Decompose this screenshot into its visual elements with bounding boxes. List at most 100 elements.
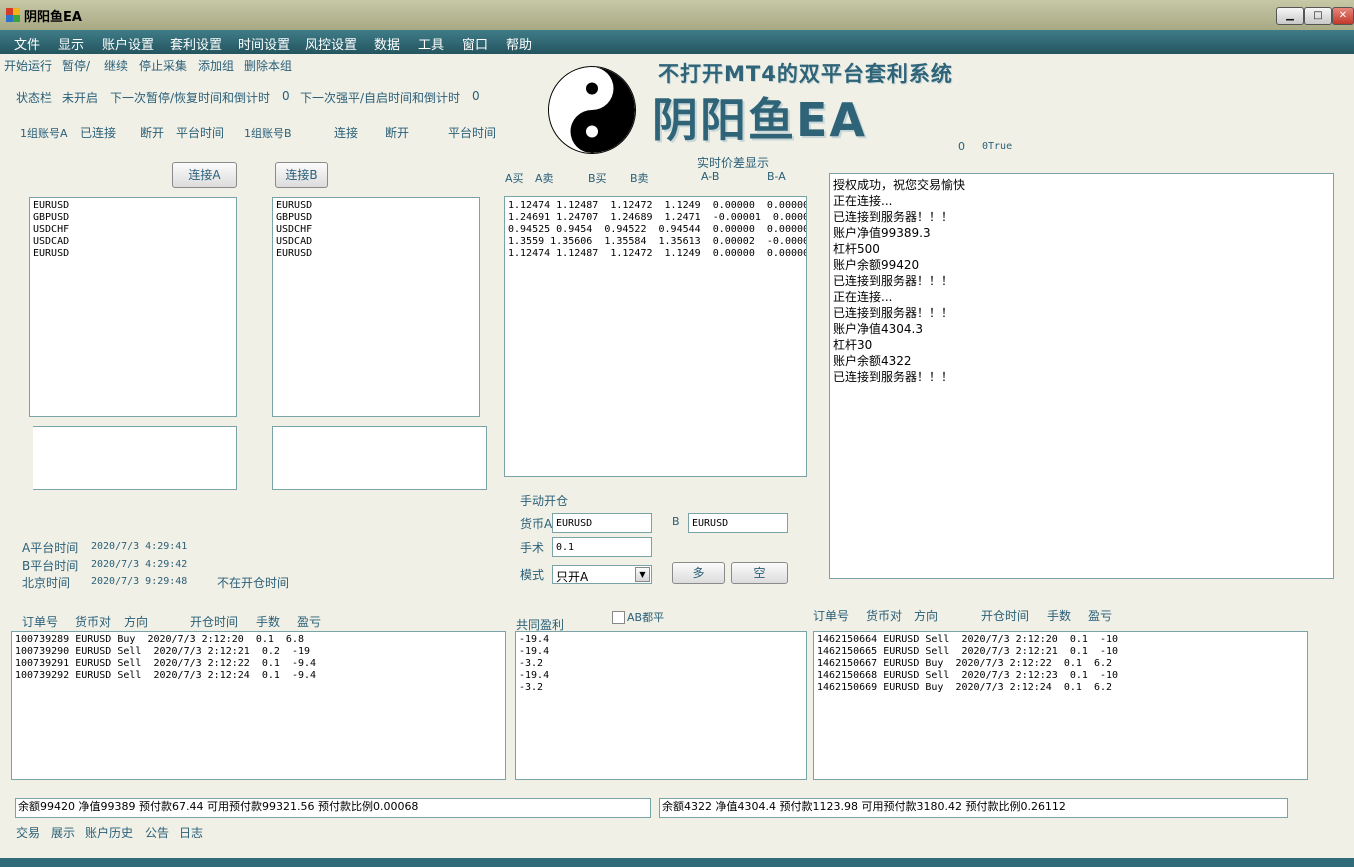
app-icon <box>6 8 20 22</box>
log-line: 授权成功，祝您交易愉快 <box>833 178 966 192</box>
list-item[interactable]: -19.4 <box>519 634 803 646</box>
a-platform-time-label: A平台时间 <box>22 541 79 555</box>
manual-title: 手动开仓 <box>520 494 569 508</box>
connect-a-button[interactable]: 连接A <box>172 162 237 188</box>
list-item[interactable]: USDCHF <box>33 224 233 236</box>
list-item[interactable]: -3.2 <box>519 682 803 694</box>
list-item[interactable]: 1.12474 1.12487 1.12472 1.1249 0.00000 0… <box>508 248 806 260</box>
beijing-time-value: 2020/7/3 9:29:48 <box>91 576 188 587</box>
menu-risk-settings[interactable]: 风控设置 <box>305 34 357 53</box>
list-item[interactable]: -19.4 <box>519 670 803 682</box>
orders-a-list[interactable]: 100739289 EURUSD Buy 2020/7/3 2:12:20 0.… <box>11 631 506 780</box>
list-item[interactable]: 0.94525 0.9454 0.94522 0.94544 0.00000 0… <box>508 224 806 236</box>
menu-data[interactable]: 数据 <box>374 34 400 53</box>
tab-account-history[interactable]: 账户历史 <box>85 824 133 841</box>
tab-trade[interactable]: 交易 <box>16 824 40 841</box>
spread-header-a-sell: A卖 <box>535 172 554 185</box>
maximize-button[interactable]: □ <box>1304 7 1332 25</box>
orders-b-header-ticket: 订单号 <box>813 609 850 623</box>
log-panel[interactable]: 授权成功，祝您交易愉快 正在连接... 已连接到服务器！！！ 账户净值99389… <box>829 173 1334 579</box>
log-line: 账户净值99389.3 <box>833 226 931 240</box>
list-item[interactable]: -19.4 <box>519 646 803 658</box>
currency-b-input[interactable] <box>688 513 788 533</box>
connect-b-button[interactable]: 连接B <box>275 162 328 188</box>
delete-group-button[interactable]: 删除本组 <box>244 57 292 74</box>
list-item[interactable]: GBPUSD <box>276 212 476 224</box>
window-title: 阴阳鱼EA <box>24 10 82 25</box>
input-area-a[interactable] <box>33 426 237 490</box>
menu-time-settings[interactable]: 时间设置 <box>238 34 290 53</box>
yin-yang-logo-icon <box>548 66 636 154</box>
tab-display[interactable]: 展示 <box>51 824 75 841</box>
spread-list[interactable]: 1.12474 1.12487 1.12472 1.1249 0.00000 0… <box>504 196 807 477</box>
log-line: 已连接到服务器！！！ <box>833 370 954 384</box>
tab-log[interactable]: 日志 <box>179 824 203 841</box>
menu-tools[interactable]: 工具 <box>418 34 444 53</box>
menu-arbitrage-settings[interactable]: 套利设置 <box>170 34 222 53</box>
list-item[interactable]: USDCAD <box>33 236 233 248</box>
mode-select[interactable]: 只开A ▼ <box>552 565 652 584</box>
list-item[interactable]: USDCAD <box>276 236 476 248</box>
symbol-list-b[interactable]: EURUSD GBPUSD USDCHF USDCAD EURUSD <box>272 197 480 417</box>
start-run-button[interactable]: 开始运行 <box>4 57 52 74</box>
menu-file[interactable]: 文件 <box>14 34 40 53</box>
long-button[interactable]: 多 <box>672 562 725 584</box>
log-line: 已连接到服务器！！！ <box>833 210 954 224</box>
table-row[interactable]: 100739291 EURUSD Sell 2020/7/3 2:12:22 0… <box>15 658 502 670</box>
pause-button[interactable]: 暂停/ <box>62 57 90 74</box>
lots-input[interactable] <box>552 537 652 557</box>
common-profit-list[interactable]: -19.4 -19.4 -3.2 -19.4 -3.2 <box>515 631 807 780</box>
ab-close-checkbox[interactable] <box>612 611 625 624</box>
add-group-button[interactable]: 添加组 <box>198 57 234 74</box>
account-a-summary: 余额99420 净值99389 预付款67.44 可用预付款99321.56 预… <box>15 798 651 818</box>
list-item[interactable]: -3.2 <box>519 658 803 670</box>
list-item[interactable]: EURUSD <box>33 248 233 260</box>
account-b-summary-text: 余额4322 净值4304.4 预付款1123.98 可用预付款3180.42 … <box>662 800 1066 813</box>
ab-close-label[interactable]: AB都平 <box>627 609 664 625</box>
account-a-disconnect[interactable]: 断开 <box>140 124 164 141</box>
minimize-button[interactable]: ▁ <box>1276 7 1304 25</box>
table-row[interactable]: 100739290 EURUSD Sell 2020/7/3 2:12:21 0… <box>15 646 502 658</box>
table-row[interactable]: 1462150669 EURUSD Buy 2020/7/3 2:12:24 0… <box>817 682 1304 694</box>
list-item[interactable]: EURUSD <box>276 200 476 212</box>
table-row[interactable]: 100739292 EURUSD Sell 2020/7/3 2:12:24 0… <box>15 670 502 682</box>
log-line: 正在连接... <box>833 194 893 208</box>
input-area-b[interactable] <box>272 426 487 490</box>
list-item[interactable]: 1.12474 1.12487 1.12472 1.1249 0.00000 0… <box>508 200 806 212</box>
table-row[interactable]: 1462150668 EURUSD Sell 2020/7/3 2:12:23 … <box>817 670 1304 682</box>
list-item[interactable]: USDCHF <box>276 224 476 236</box>
logo-name: 阴阳鱼EA <box>652 93 868 147</box>
spread-title: 实时价差显示 <box>697 156 770 170</box>
chevron-down-icon[interactable]: ▼ <box>635 567 650 582</box>
short-button[interactable]: 空 <box>731 562 788 584</box>
table-row[interactable]: 100739289 EURUSD Buy 2020/7/3 2:12:20 0.… <box>15 634 502 646</box>
list-item[interactable]: 1.3559 1.35606 1.35584 1.35613 0.00002 -… <box>508 236 806 248</box>
list-item[interactable]: EURUSD <box>33 200 233 212</box>
list-item[interactable]: 1.24691 1.24707 1.24689 1.2471 -0.00001 … <box>508 212 806 224</box>
tab-announcement[interactable]: 公告 <box>145 824 169 841</box>
group-account-b-label: 1组账号B <box>244 127 292 140</box>
table-row[interactable]: 1462150664 EURUSD Sell 2020/7/3 2:12:20 … <box>817 634 1304 646</box>
account-b-connect[interactable]: 连接 <box>334 124 358 141</box>
stop-collect-button[interactable]: 停止采集 <box>139 57 187 74</box>
close-button[interactable]: ✕ <box>1332 7 1354 25</box>
close-countdown-value: 0 <box>472 89 480 103</box>
currency-a-input[interactable] <box>552 513 652 533</box>
currency-a-label: 货币A <box>520 517 553 531</box>
menu-help[interactable]: 帮助 <box>506 34 532 53</box>
orders-b-list[interactable]: 1462150664 EURUSD Sell 2020/7/3 2:12:20 … <box>813 631 1308 780</box>
list-item[interactable]: EURUSD <box>276 248 476 260</box>
resume-button[interactable]: 继续 <box>104 57 128 74</box>
table-row[interactable]: 1462150667 EURUSD Buy 2020/7/3 2:12:22 0… <box>817 658 1304 670</box>
currency-b-label: B <box>672 515 680 528</box>
menu-account-settings[interactable]: 账户设置 <box>102 34 154 53</box>
list-item[interactable]: GBPUSD <box>33 212 233 224</box>
table-row[interactable]: 1462150665 EURUSD Sell 2020/7/3 2:12:21 … <box>817 646 1304 658</box>
b-platform-time-value: 2020/7/3 4:29:42 <box>91 559 188 570</box>
menu-window[interactable]: 窗口 <box>462 34 488 53</box>
account-b-disconnect[interactable]: 断开 <box>385 124 409 141</box>
symbol-list-a[interactable]: EURUSD GBPUSD USDCHF USDCAD EURUSD <box>29 197 237 417</box>
spread-header-b-sell: B卖 <box>630 172 649 185</box>
menu-view[interactable]: 显示 <box>58 34 84 53</box>
orders-a-header-open-time: 开仓时间 <box>190 615 239 629</box>
